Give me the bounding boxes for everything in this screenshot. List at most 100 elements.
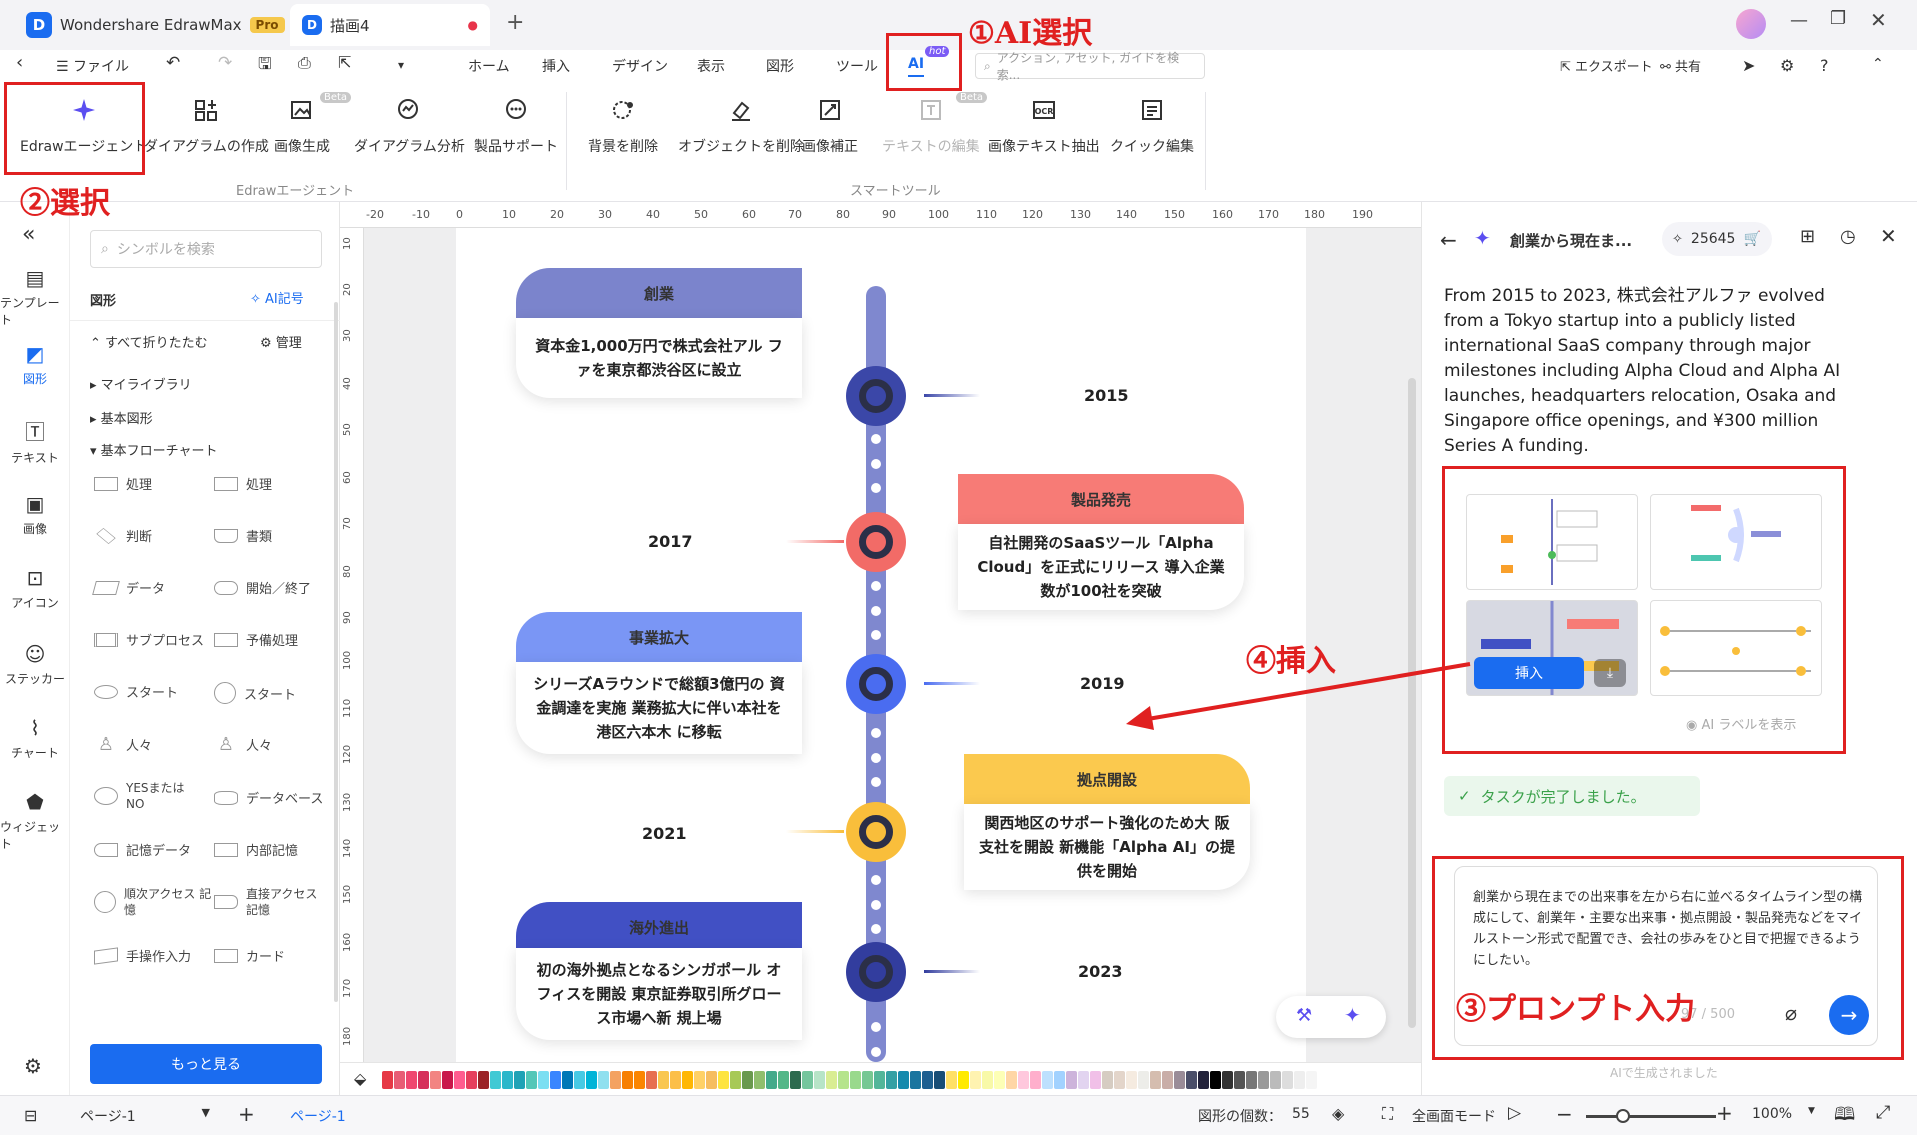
color-swatch[interactable]: [1114, 1071, 1125, 1089]
milestone-4-body[interactable]: 関西地区のサポート強化のため大 阪支社を開設 新機能「Alpha AI」の提供を…: [964, 804, 1250, 890]
symbol-document[interactable]: 書類: [214, 526, 272, 545]
milestone-1-node[interactable]: [846, 366, 906, 426]
color-swatch[interactable]: [1282, 1071, 1293, 1089]
text-edit-button[interactable]: テキストの編集: [882, 96, 980, 156]
product-support-button[interactable]: 製品サポート: [474, 96, 558, 156]
symbol-direct-access[interactable]: 直接アクセス 記憶: [214, 886, 332, 918]
color-swatch[interactable]: [550, 1071, 561, 1089]
color-swatch[interactable]: [1042, 1071, 1053, 1089]
collapse-all-button[interactable]: ⌃ すべて折りたたむ: [90, 332, 208, 351]
fill-bucket-icon[interactable]: ⬙: [354, 1069, 366, 1088]
milestone-4-header[interactable]: 拠点開設: [964, 754, 1250, 804]
symbol-manual-input[interactable]: 手操作入力: [94, 946, 191, 965]
color-swatch[interactable]: [814, 1071, 825, 1089]
color-swatch[interactable]: [394, 1071, 405, 1089]
export-button[interactable]: ⇱ エクスポート: [1560, 56, 1653, 75]
redo-icon[interactable]: ↷: [218, 53, 232, 73]
symbol-search-input[interactable]: ⌕ シンボルを検索: [90, 230, 322, 268]
tab-insert[interactable]: 挿入: [542, 56, 570, 76]
ai-sparkle-icon[interactable]: ✦: [1344, 1003, 1361, 1027]
close-panel-icon[interactable]: ✕: [1880, 224, 1897, 248]
symbol-decision[interactable]: 判断: [94, 526, 152, 545]
color-swatch[interactable]: [1258, 1071, 1269, 1089]
remove-bg-button[interactable]: 背景を削除: [588, 96, 658, 156]
color-swatch[interactable]: [1294, 1071, 1305, 1089]
image-gen-button[interactable]: 画像生成: [274, 96, 330, 156]
new-chat-icon[interactable]: ⊞: [1800, 226, 1815, 247]
milestone-5-header[interactable]: 海外進出: [516, 902, 802, 952]
color-swatch[interactable]: [1066, 1071, 1077, 1089]
milestone-5-body[interactable]: 初の海外拠点となるシンガポール オフィスを開設 東京証券取引所グロース市場へ新 …: [516, 948, 802, 1040]
color-swatch[interactable]: [1018, 1071, 1029, 1089]
color-swatch[interactable]: [610, 1071, 621, 1089]
symbol-database[interactable]: データベース: [214, 788, 323, 807]
color-swatch[interactable]: [1318, 1071, 1329, 1089]
tab-home[interactable]: ホーム: [468, 56, 510, 76]
color-swatch[interactable]: [514, 1071, 525, 1089]
color-swatch[interactable]: [778, 1071, 789, 1089]
color-swatch[interactable]: [1054, 1071, 1065, 1089]
color-swatch[interactable]: [418, 1071, 429, 1089]
magic-wand-icon[interactable]: ⚒: [1296, 1005, 1312, 1026]
color-swatch[interactable]: [1234, 1071, 1245, 1089]
color-swatch[interactable]: [706, 1071, 717, 1089]
diagram-analysis-button[interactable]: ダイアグラム分析: [354, 96, 465, 156]
rail-item-widgets[interactable]: ⬟ ウィジェット: [0, 790, 70, 852]
share-button[interactable]: ⚯ 共有: [1660, 56, 1701, 75]
color-swatch[interactable]: [1186, 1071, 1197, 1089]
tab-design[interactable]: デザイン: [612, 56, 668, 76]
fit-icon[interactable]: ⛶: [1382, 1104, 1393, 1124]
zoom-slider[interactable]: [1586, 1109, 1716, 1123]
color-swatch[interactable]: [634, 1071, 645, 1089]
color-swatch[interactable]: [718, 1071, 729, 1089]
color-swatch[interactable]: [646, 1071, 657, 1089]
milestone-1-body[interactable]: 資本金1,000万円で株式会社アル ファを東京都渋谷区に設立: [516, 318, 802, 398]
color-swatch[interactable]: [694, 1071, 705, 1089]
color-swatch[interactable]: [958, 1071, 969, 1089]
color-swatch[interactable]: [670, 1071, 681, 1089]
color-swatch[interactable]: [430, 1071, 441, 1089]
color-swatch[interactable]: [1210, 1071, 1221, 1089]
color-swatch[interactable]: [970, 1071, 981, 1089]
rail-item-stickers[interactable]: ☺ ステッカー: [0, 642, 70, 687]
color-swatch[interactable]: [1102, 1071, 1113, 1089]
book-icon[interactable]: 🕮: [1834, 1102, 1855, 1132]
color-swatch[interactable]: [1162, 1071, 1173, 1089]
color-swatch[interactable]: [622, 1071, 633, 1089]
diagram-create-button[interactable]: ダイアグラムの作成: [144, 96, 269, 156]
color-swatch[interactable]: [898, 1071, 909, 1089]
close-window-icon[interactable]: ✕: [1870, 8, 1887, 32]
quick-edit-button[interactable]: クイック編集: [1110, 96, 1194, 156]
conversation-title[interactable]: 創業から現在ま...: [1510, 230, 1632, 251]
tab-shapes[interactable]: 図形: [766, 56, 794, 76]
play-icon[interactable]: ▷: [1508, 1103, 1521, 1123]
color-swatch[interactable]: [598, 1071, 609, 1089]
milestone-3-header[interactable]: 事業拡大: [516, 612, 802, 662]
chevron-down-icon[interactable]: ▼: [1808, 1106, 1815, 1116]
rail-settings-gear-icon[interactable]: ⚙: [24, 1054, 42, 1078]
color-swatch[interactable]: [1150, 1071, 1161, 1089]
symbol-start-ellipse[interactable]: スタート: [94, 682, 178, 701]
send-icon[interactable]: ➤: [1742, 56, 1755, 75]
color-swatch[interactable]: [1270, 1071, 1281, 1089]
fullscreen-label[interactable]: 全画面モード: [1412, 1106, 1496, 1126]
document-tab[interactable]: D 描画4 ●: [290, 4, 490, 46]
color-swatch[interactable]: [502, 1071, 513, 1089]
color-swatch[interactable]: [766, 1071, 777, 1089]
print-icon[interactable]: ⎙: [298, 53, 311, 73]
color-swatch[interactable]: [466, 1071, 477, 1089]
color-swatch[interactable]: [994, 1071, 1005, 1089]
color-swatch[interactable]: [1246, 1071, 1257, 1089]
milestone-1-header[interactable]: 創業: [516, 268, 802, 318]
color-swatch[interactable]: [682, 1071, 693, 1089]
color-swatch[interactable]: [922, 1071, 933, 1089]
color-swatch[interactable]: [1222, 1071, 1233, 1089]
undo-icon[interactable]: ↶: [166, 53, 180, 73]
help-icon[interactable]: ?: [1820, 56, 1829, 75]
image-fix-button[interactable]: 画像補正: [802, 96, 858, 156]
color-swatch[interactable]: [946, 1071, 957, 1089]
collapse-panel-icon[interactable]: «: [22, 222, 35, 247]
new-tab-icon[interactable]: +: [506, 10, 524, 35]
export-quick-icon[interactable]: ⇱: [338, 53, 351, 72]
rail-item-templates[interactable]: ▤ テンプレート: [0, 266, 70, 328]
